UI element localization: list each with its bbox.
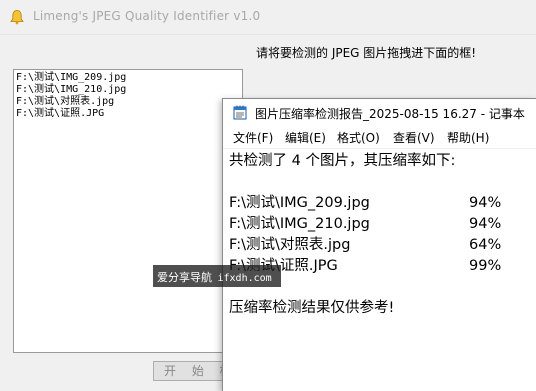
bell-icon bbox=[10, 10, 24, 25]
menu-edit[interactable]: 编辑(E) bbox=[285, 129, 326, 146]
notepad-menubar: 文件(F) 编辑(E) 格式(O) 查看(V) 帮助(H) bbox=[223, 126, 536, 149]
notepad-text-area[interactable]: 共检测了 4 个图片，其压缩率如下: F:\测试\IMG_209.jpg 94%… bbox=[229, 151, 529, 319]
result-rate: 94% bbox=[469, 216, 502, 232]
watermark-text: 爱分享导航 ifxdh.com bbox=[157, 269, 272, 285]
watermark-cn: 爱分享导航 bbox=[157, 271, 212, 284]
result-row: F:\测试\对照表.jpg 64% bbox=[229, 235, 529, 256]
menu-format[interactable]: 格式(O) bbox=[337, 129, 380, 146]
file-list-item[interactable]: F:\测试\IMG_210.jpg bbox=[16, 84, 240, 96]
result-row: F:\测试\IMG_209.jpg 94% bbox=[229, 193, 529, 214]
notepad-icon bbox=[233, 105, 247, 120]
result-rate: 94% bbox=[469, 195, 502, 211]
notepad-titlebar[interactable]: 图片压缩率检测报告_2025-08-15 16.27 - 记事本 bbox=[223, 99, 536, 126]
watermark: 爱分享导航 ifxdh.com bbox=[153, 265, 281, 287]
menu-help[interactable]: 帮助(H) bbox=[447, 129, 489, 146]
drop-instruction: 请将要检测的 JPEG 图片拖拽进下面的框! bbox=[256, 46, 477, 60]
report-summary: 共检测了 4 个图片，其压缩率如下: bbox=[229, 153, 456, 169]
app-titlebar: Limeng's JPEG Quality Identifier v1.0 bbox=[0, 0, 536, 35]
result-path: F:\测试\IMG_210.jpg bbox=[229, 216, 370, 232]
result-row: F:\测试\IMG_210.jpg 94% bbox=[229, 214, 529, 235]
app-title: Limeng's JPEG Quality Identifier v1.0 bbox=[33, 9, 261, 23]
result-path: F:\测试\IMG_209.jpg bbox=[229, 195, 370, 211]
file-list-item[interactable]: F:\测试\对照表.jpg bbox=[16, 96, 240, 108]
file-drop-list[interactable]: F:\测试\IMG_209.jpg F:\测试\IMG_210.jpg F:\测… bbox=[13, 69, 243, 353]
file-list-item[interactable]: F:\测试\证照.JPG bbox=[16, 108, 240, 120]
file-list-item[interactable]: F:\测试\IMG_209.jpg bbox=[16, 72, 240, 84]
menu-file[interactable]: 文件(F) bbox=[233, 129, 273, 146]
notepad-window[interactable]: 图片压缩率检测报告_2025-08-15 16.27 - 记事本 文件(F) 编… bbox=[222, 98, 536, 391]
result-rate: 64% bbox=[469, 237, 502, 253]
result-rate: 99% bbox=[469, 258, 502, 274]
report-footer: 压缩率检测结果仅供参考! bbox=[229, 300, 395, 316]
watermark-domain: ifxdh.com bbox=[217, 273, 272, 284]
result-path: F:\测试\对照表.jpg bbox=[229, 237, 351, 253]
notepad-title: 图片压缩率检测报告_2025-08-15 16.27 - 记事本 bbox=[255, 107, 525, 121]
menu-view[interactable]: 查看(V) bbox=[393, 129, 435, 146]
